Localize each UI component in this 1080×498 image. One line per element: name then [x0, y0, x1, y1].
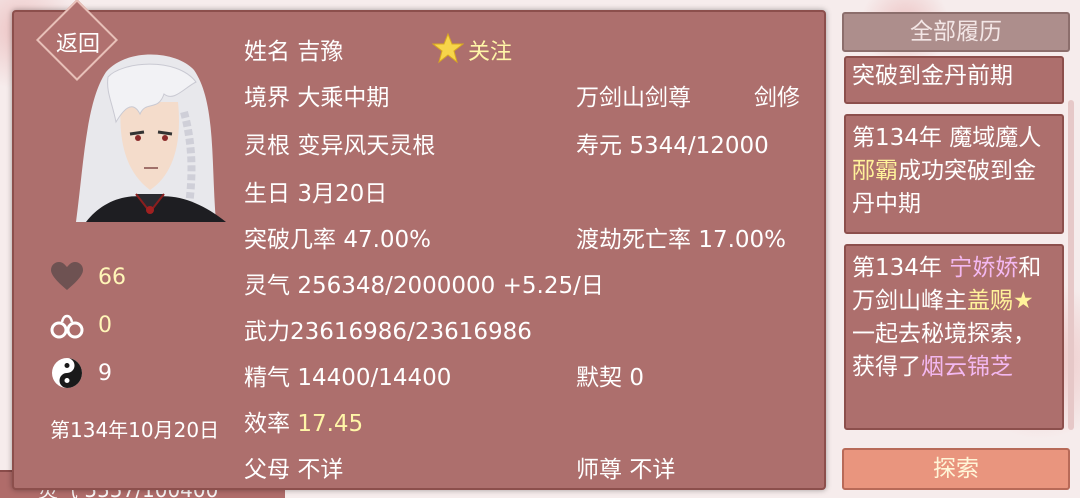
efficiency-label: 效率: [244, 411, 290, 437]
master-label: 师尊: [576, 457, 622, 483]
affection-value: 66: [98, 264, 126, 290]
parents-value: 不详: [297, 457, 344, 483]
root-value: 变异风天灵根: [297, 133, 436, 159]
lifespan-value: 5344/12000: [629, 133, 769, 159]
explore-button[interactable]: 探索: [842, 448, 1070, 490]
birthday-label: 生日: [244, 181, 290, 207]
back-label: 返回: [55, 32, 100, 57]
log-text: 突破到金丹前期: [852, 63, 1013, 89]
log-text: 第134年: [852, 255, 950, 281]
lifespan-row: 寿元 5344/12000: [576, 126, 769, 160]
master-value: 不详: [629, 457, 676, 483]
yinyang-stat: 9: [50, 356, 112, 390]
birthday-row: 生日 3月20日: [244, 174, 387, 208]
name-label: 姓名: [244, 39, 290, 65]
tribulation-row: 渡劫死亡率 17.00%: [576, 220, 786, 254]
qi-row: 灵气 256348/2000000 +5.25/日: [244, 266, 604, 300]
all-history-button[interactable]: 全部履历: [842, 12, 1070, 52]
game-date: 第134年10月20日: [50, 418, 220, 442]
bond-stat: 0: [50, 308, 112, 342]
log-person-name: 邴霸: [852, 158, 898, 184]
yinyang-value: 9: [98, 360, 112, 386]
lifespan-label: 寿元: [576, 133, 622, 159]
name-row: 姓名 吉豫: [244, 32, 343, 66]
yin-yang-icon: [50, 356, 84, 390]
root-label: 灵根: [244, 133, 290, 159]
qi-value: 256348/2000000 +5.25/日: [297, 273, 604, 299]
class-label: 剑修: [754, 85, 800, 111]
history-log-entry: 突破到金丹前期: [844, 56, 1064, 104]
parents-label: 父母: [244, 457, 290, 483]
name-value: 吉豫: [297, 39, 344, 65]
log-item-name: 烟云锦芝: [921, 354, 1013, 380]
breakthrough-label: 突破几率: [244, 227, 336, 253]
realm-row: 境界 大乘中期: [244, 78, 389, 112]
back-button[interactable]: 返回: [35, 0, 120, 82]
force-label: 武力: [244, 319, 290, 345]
follow-label: 关注: [468, 40, 513, 65]
sect-title: 万剑山剑尊: [576, 85, 691, 111]
efficiency-row: 效率 17.45: [244, 404, 363, 438]
tribulation-value: 17.00%: [698, 227, 787, 253]
history-scrollbar[interactable]: [1068, 100, 1074, 430]
rapport-row: 默契 0: [576, 358, 644, 392]
efficiency-value: 17.45: [297, 411, 364, 437]
essence-label: 精气: [244, 365, 290, 391]
essence-value: 14400/14400: [297, 365, 452, 391]
bond-value: 0: [98, 312, 112, 338]
shackles-icon: [50, 308, 84, 342]
parents-row: 父母 不详: [244, 450, 343, 484]
tribulation-label: 渡劫死亡率: [576, 227, 691, 253]
rapport-value: 0: [629, 365, 644, 391]
character-detail-panel: 66 0 9 第134年10月20日 姓名 吉豫 关注 境界 大乘中期 万剑山剑…: [12, 10, 826, 490]
root-row: 灵根 变异风天灵根: [244, 126, 435, 160]
history-log-entry: 第134年 宁娇娇和万剑山峰主盖赐★一起去秘境探索，获得了烟云锦芝: [844, 244, 1064, 430]
log-person-name: 宁娇娇: [949, 255, 1019, 281]
breakthrough-value: 47.00%: [343, 227, 432, 253]
log-person-name: 盖赐★: [967, 288, 1034, 314]
log-text: 第134年 魔域魔人: [852, 125, 1042, 151]
force-value: 23616986/23616986: [290, 319, 532, 345]
star-icon: [431, 32, 465, 68]
birthday-value: 3月20日: [297, 181, 388, 207]
qi-label: 灵气: [244, 273, 290, 299]
realm-value: 大乘中期: [297, 85, 390, 111]
breakthrough-row: 突破几率 47.00%: [244, 220, 431, 254]
force-row: 武力23616986/23616986: [244, 312, 532, 346]
rapport-label: 默契: [576, 365, 622, 391]
history-log-entry: 第134年 魔域魔人邴霸成功突破到金丹中期: [844, 114, 1064, 234]
affection-stat: 66: [50, 260, 126, 294]
master-row: 师尊 不详: [576, 450, 675, 484]
heart-icon: [50, 260, 84, 294]
follow-button[interactable]: 关注: [431, 32, 513, 68]
essence-row: 精气 14400/14400: [244, 358, 451, 392]
realm-label: 境界: [244, 85, 290, 111]
